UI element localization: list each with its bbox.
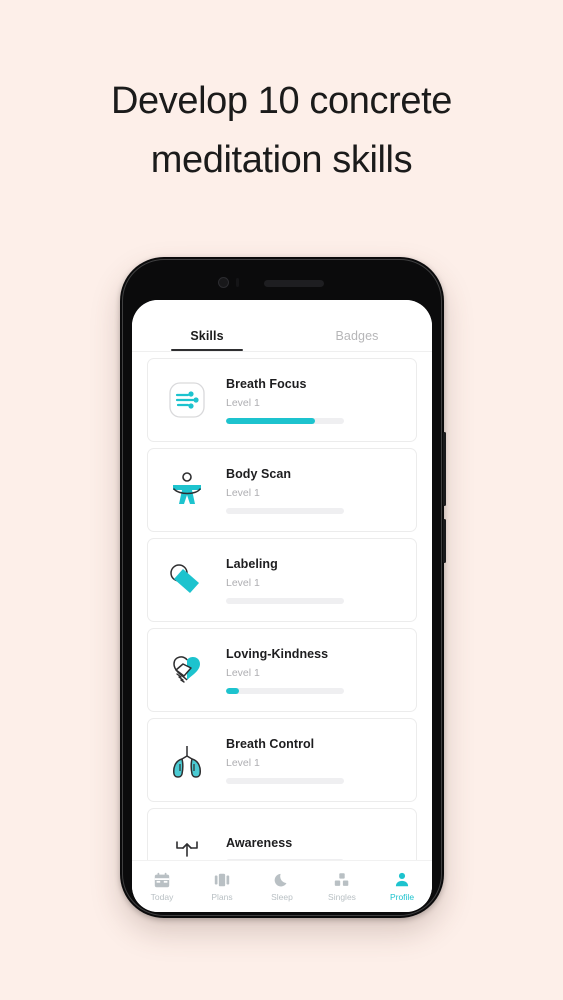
skill-progress-bar xyxy=(226,777,344,784)
nav-item-singles[interactable]: Singles xyxy=(312,871,372,902)
skill-info: Awareness xyxy=(212,835,402,860)
skill-title: Breath Control xyxy=(226,736,315,751)
skill-info: Labeling Level 1 xyxy=(212,557,402,604)
tab-skills-label: Skills xyxy=(190,329,224,343)
skill-info: Body Scan Level 1 xyxy=(212,467,402,514)
nav-label-sleep: Sleep xyxy=(271,892,293,902)
breath-focus-icon xyxy=(162,375,212,425)
skill-progress-fill xyxy=(226,417,315,424)
body-scan-icon xyxy=(162,465,212,515)
phone-mockup: Skills Badges Breath Focus Level 1 Body … xyxy=(120,257,446,918)
front-camera-icon xyxy=(218,277,229,288)
bottom-navigation: Today Plans Sleep Singles Profile xyxy=(132,860,432,912)
skill-title: Labeling xyxy=(226,556,278,571)
skill-title: Breath Focus xyxy=(226,376,307,391)
skills-list[interactable]: Breath Focus Level 1 Body Scan Level 1 L… xyxy=(132,352,432,860)
skill-progress-bar xyxy=(226,597,344,604)
lungs-icon xyxy=(162,735,212,785)
skill-card[interactable]: Breath Control Level 1 xyxy=(147,718,417,802)
volume-button[interactable] xyxy=(443,432,446,506)
skill-info: Breath Focus Level 1 xyxy=(212,377,402,424)
nav-item-sleep[interactable]: Sleep xyxy=(252,871,312,902)
skill-card[interactable]: Loving-Kindness Level 1 xyxy=(147,628,417,712)
phone-screen: Skills Badges Breath Focus Level 1 Body … xyxy=(132,300,432,912)
loving-kindness-icon xyxy=(162,645,212,695)
skill-level: Level 1 xyxy=(226,486,260,499)
nav-item-profile[interactable]: Profile xyxy=(372,871,432,902)
headline-line-1: Develop 10 concrete xyxy=(111,80,452,122)
calendar-icon xyxy=(154,872,170,888)
skill-level: Level 1 xyxy=(226,756,260,769)
headline-line-2: meditation skills xyxy=(150,138,413,181)
skill-card[interactable]: Labeling Level 1 xyxy=(147,538,417,622)
tab-badges-label: Badges xyxy=(335,329,379,343)
skill-progress-fill xyxy=(226,687,239,694)
grid-icon xyxy=(334,873,349,886)
nav-label-profile: Profile xyxy=(389,892,415,902)
skill-card[interactable]: Awareness xyxy=(147,808,417,860)
proximity-sensor-icon xyxy=(236,278,239,287)
page-title: Develop 10 concrete meditation skills xyxy=(0,72,563,190)
skill-progress-bar xyxy=(226,687,344,694)
skill-progress-bar xyxy=(226,417,344,424)
nav-label-today: Today xyxy=(150,892,174,902)
labeling-tag-icon xyxy=(162,555,212,605)
nav-item-today[interactable]: Today xyxy=(132,871,192,902)
phone-top-bezel xyxy=(132,270,432,300)
nav-label-plans: Plans xyxy=(211,892,233,902)
awareness-expand-icon xyxy=(162,825,212,860)
earpiece-speaker-icon xyxy=(264,280,324,287)
skill-card[interactable]: Breath Focus Level 1 xyxy=(147,358,417,442)
skill-info: Loving-Kindness Level 1 xyxy=(212,647,402,694)
skill-level: Level 1 xyxy=(226,666,260,679)
skill-title: Awareness xyxy=(226,835,293,850)
nav-label-singles: Singles xyxy=(328,892,356,902)
skill-level: Level 1 xyxy=(226,396,260,409)
skill-info: Breath Control Level 1 xyxy=(212,737,402,784)
moon-icon xyxy=(274,873,287,887)
nav-item-plans[interactable]: Plans xyxy=(192,871,252,902)
power-button[interactable] xyxy=(443,519,446,563)
cards-icon xyxy=(214,873,230,887)
tab-bar: Skills Badges xyxy=(132,300,432,352)
person-icon xyxy=(395,872,409,887)
tab-badges[interactable]: Badges xyxy=(282,300,432,351)
tab-skills[interactable]: Skills xyxy=(132,300,282,351)
skill-title: Body Scan xyxy=(226,466,292,481)
skill-title: Loving-Kindness xyxy=(226,646,329,661)
skill-level: Level 1 xyxy=(226,576,260,589)
skill-card[interactable]: Body Scan Level 1 xyxy=(147,448,417,532)
skill-progress-bar xyxy=(226,507,344,514)
